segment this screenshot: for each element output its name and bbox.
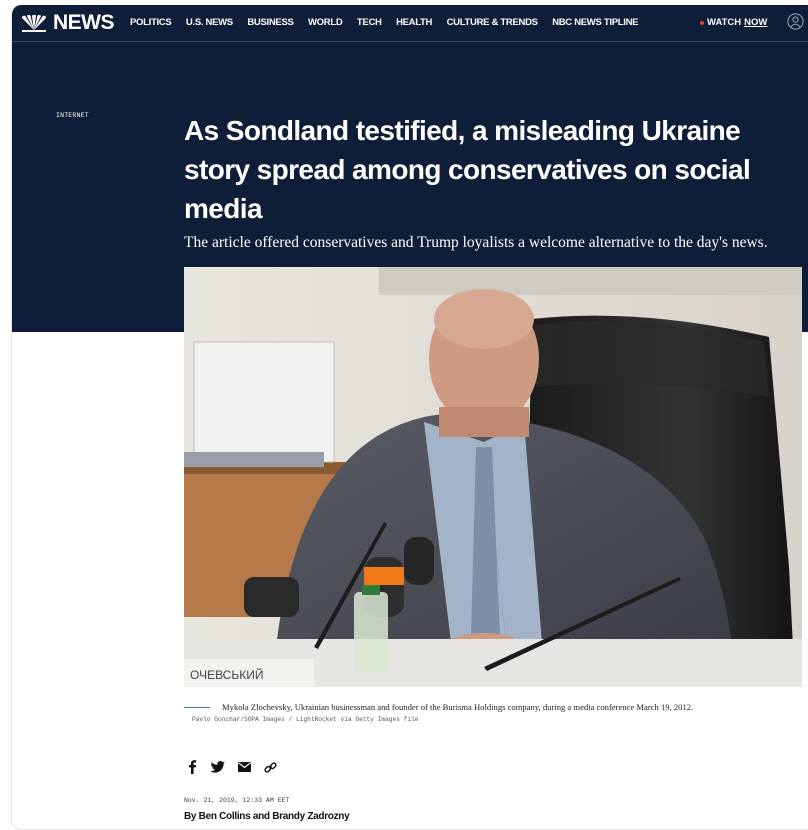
watch-now-link[interactable]: WATCH NOW xyxy=(700,16,767,30)
nav-item-business[interactable]: BUSINESS xyxy=(247,16,293,30)
nav-item-world[interactable]: WORLD xyxy=(308,16,343,30)
article-dek: The article offered conservatives and Tr… xyxy=(184,234,768,251)
nameplate-text: ОЧЕВСЬКИЙ xyxy=(190,667,263,682)
caption-rule xyxy=(184,707,210,708)
article-headline: As Sondland testified, a misleading Ukra… xyxy=(184,115,751,224)
facebook-icon[interactable] xyxy=(184,759,200,775)
nav-item-health[interactable]: HEALTH xyxy=(396,16,432,30)
article-photo: ОЧЕВСЬКИЙ xyxy=(184,267,802,687)
article-byline: By Ben Collins and Brandy Zadrozny xyxy=(184,811,350,822)
photo-illustration: ОЧЕВСЬКИЙ xyxy=(184,267,802,687)
watch-now-label: NOW xyxy=(744,17,768,28)
top-navigation: NEWS POLITICS U.S. NEWS BUSINESS WORLD T… xyxy=(12,5,808,42)
link-icon[interactable] xyxy=(262,759,278,775)
nav-item-culture-trends[interactable]: CULTURE & TRENDS xyxy=(447,16,538,30)
brand-name: NEWS xyxy=(53,11,115,34)
section-menu: POLITICS U.S. NEWS BUSINESS WORLD TECH H… xyxy=(130,16,653,30)
section-label[interactable]: INTERNET xyxy=(56,112,89,119)
email-icon[interactable] xyxy=(236,759,252,775)
photo-caption: Mykola Zlochevsky, Ukrainian businessman… xyxy=(222,702,694,712)
user-account-icon[interactable] xyxy=(787,13,804,30)
nav-item-tech[interactable]: TECH xyxy=(357,16,382,30)
article-timestamp: Nov. 21, 2019, 12:33 AM EET xyxy=(184,797,290,804)
share-bar xyxy=(184,759,278,775)
nbc-news-logo[interactable]: NEWS xyxy=(20,11,115,34)
nav-item-tipline[interactable]: NBC NEWS TIPLINE xyxy=(552,16,638,30)
watch-label: WATCH xyxy=(707,17,742,28)
page-frame: NEWS POLITICS U.S. NEWS BUSINESS WORLD T… xyxy=(11,5,808,830)
nav-item-politics[interactable]: POLITICS xyxy=(130,16,172,30)
peacock-icon xyxy=(22,14,46,32)
nav-item-us-news[interactable]: U.S. NEWS xyxy=(186,16,233,30)
twitter-icon[interactable] xyxy=(210,759,226,775)
live-dot-icon xyxy=(700,21,704,25)
photo-credit: Pavlo Gonchar/SOPA Images / LightRocket … xyxy=(192,716,419,723)
